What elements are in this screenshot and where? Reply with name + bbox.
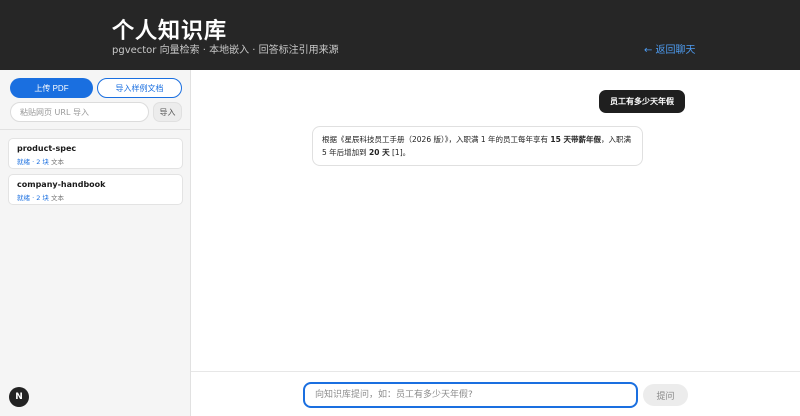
question-input[interactable] [303,382,638,408]
url-import-button[interactable]: 导入 [153,102,182,122]
ask-button[interactable]: 提问 [643,384,688,406]
document-chunks: · 2 块 [32,158,49,166]
document-item[interactable]: product-spec 就绪 · 2 块 文本 [8,138,183,169]
document-item[interactable]: company-handbook 就绪 · 2 块 文本 [8,174,183,205]
document-chunks: · 2 块 [32,194,49,202]
assistant-text: 根据《星辰科技员工手册（2026 版）》，入职满 1 年的员工每年享有 [322,135,551,144]
document-meta: 就绪 · 2 块 文本 [17,193,174,203]
document-name: product-spec [17,144,77,153]
chat-panel: 员工有多少天年假 根据《星辰科技员工手册（2026 版）》，入职满 1 年的员工… [191,70,800,416]
document-status: 就绪 [17,194,30,202]
nextjs-badge-icon[interactable]: N [9,387,29,407]
app-header: 个人知识库 pgvector 向量检索 · 本地嵌入 · 回答标注引用来源 ← … [0,0,800,70]
assistant-highlight: 15 天带薪年假 [550,135,601,144]
user-message: 员工有多少天年假 [599,90,685,113]
sidebar-divider [0,129,191,130]
composer: 提问 [191,371,800,416]
sidebar: 上传 PDF 导入样例文档 导入 product-spec 就绪 · 2 块 文… [0,70,191,416]
page-subtitle: pgvector 向量检索 · 本地嵌入 · 回答标注引用来源 [112,45,339,56]
document-type: 文本 [51,158,64,166]
import-sample-button[interactable]: 导入样例文档 [97,78,182,98]
assistant-message: 根据《星辰科技员工手册（2026 版）》，入职满 1 年的员工每年享有 15 天… [312,126,643,166]
document-name: company-handbook [17,180,106,189]
assistant-citation: [1]。 [389,148,411,157]
document-meta: 就绪 · 2 块 文本 [17,157,174,167]
document-status: 就绪 [17,158,30,166]
url-input[interactable] [10,102,149,122]
back-to-chat-link[interactable]: ← 返回聊天 [644,41,696,56]
upload-pdf-button[interactable]: 上传 PDF [10,78,93,98]
document-type: 文本 [51,194,64,202]
assistant-highlight: 20 天 [369,148,390,157]
